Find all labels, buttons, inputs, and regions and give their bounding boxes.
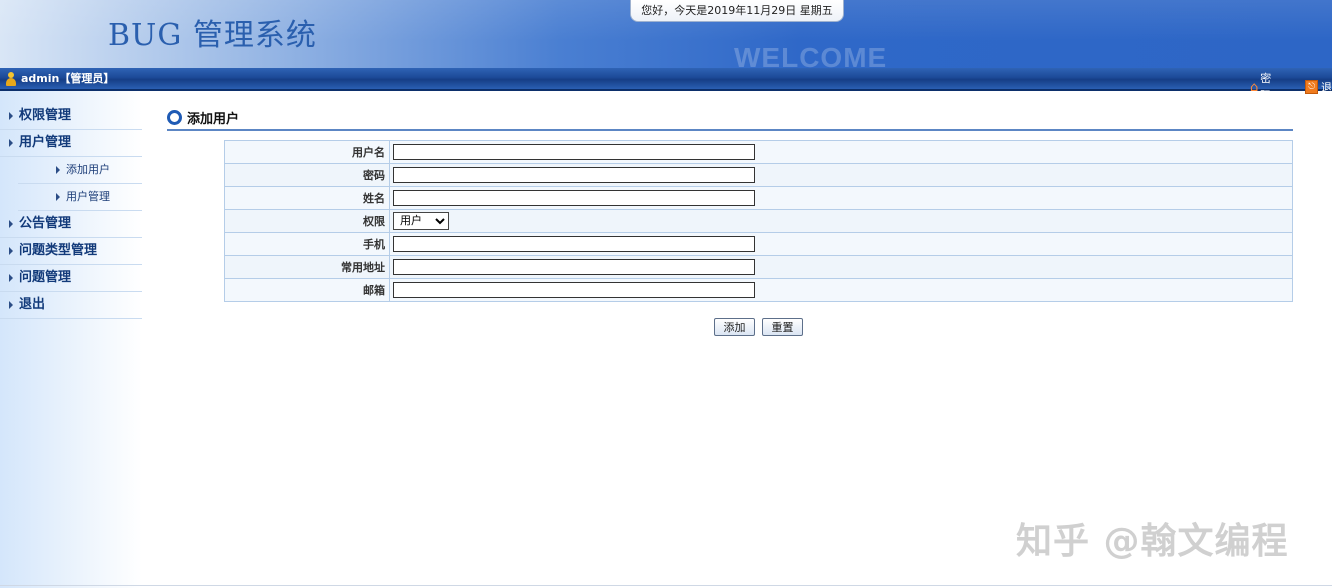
sidebar-subitem-add-user[interactable]: 添加用户	[18, 157, 142, 184]
form-row-password: 密码	[224, 163, 1293, 187]
form-row-phone: 手机	[224, 232, 1293, 256]
sidebar-item-label: 退出	[19, 297, 46, 312]
user-bar: admin【管理员】 ⌂ 密码 ⎋ 退	[0, 68, 1332, 102]
role-select[interactable]: 用户	[393, 212, 449, 230]
sidebar-item-label: 公告管理	[19, 216, 72, 231]
user-actions: ⌂ 密码 ⎋ 退	[1250, 70, 1332, 104]
sidebar-subitem-label: 添加用户	[66, 163, 110, 176]
circle-bullet-icon	[167, 109, 182, 125]
form-row-email: 邮箱	[224, 278, 1293, 302]
form-row-name: 姓名	[224, 186, 1293, 210]
triangle-right-icon	[9, 139, 13, 147]
sidebar-item-label: 问题类型管理	[19, 243, 98, 258]
password-label: 密码	[224, 163, 390, 187]
bottom-divider	[0, 585, 1332, 586]
sidebar: 权限管理 用户管理 添加用户 用户管理 公告管理 问题类型管理 问题管理 退出	[0, 91, 142, 588]
triangle-right-icon	[9, 220, 13, 228]
home-icon[interactable]: ⌂	[1250, 79, 1258, 96]
date-greeting: 您好，今天是2019年11月29日 星期五	[630, 0, 844, 22]
exit-icon[interactable]: ⎋	[1305, 80, 1318, 94]
form-row-address: 常用地址	[224, 255, 1293, 279]
username-label: 用户名	[224, 140, 390, 164]
page-title: 添加用户	[187, 111, 240, 127]
address-label: 常用地址	[224, 255, 390, 279]
welcome-text: WELCOME	[734, 42, 888, 68]
sidebar-item-announcements[interactable]: 公告管理	[0, 211, 142, 238]
password-field[interactable]	[393, 167, 755, 183]
password-link[interactable]: 密码	[1260, 70, 1281, 104]
sidebar-item-issues[interactable]: 问题管理	[0, 265, 142, 292]
email-field[interactable]	[393, 282, 755, 298]
add-button[interactable]: 添加	[714, 318, 755, 336]
sidebar-item-issue-types[interactable]: 问题类型管理	[0, 238, 142, 265]
sidebar-subitem-user-list[interactable]: 用户管理	[18, 184, 142, 211]
triangle-right-icon	[9, 274, 13, 282]
address-field[interactable]	[393, 259, 755, 275]
sidebar-item-label: 用户管理	[19, 135, 72, 150]
email-label: 邮箱	[224, 278, 390, 302]
page-heading: 添加用户	[167, 105, 1293, 131]
triangle-right-icon	[9, 247, 13, 255]
triangle-right-icon	[9, 112, 13, 120]
name-label: 姓名	[224, 186, 390, 210]
form-row-role: 权限 用户	[224, 209, 1293, 233]
current-user: admin【管理员】	[6, 70, 114, 87]
triangle-right-icon	[56, 193, 60, 201]
sidebar-item-logout[interactable]: 退出	[0, 292, 142, 319]
sidebar-item-permissions[interactable]: 权限管理	[0, 103, 142, 130]
sidebar-subitem-label: 用户管理	[66, 190, 110, 203]
sidebar-item-user-management[interactable]: 用户管理	[0, 130, 142, 157]
current-user-text: admin【管理员】	[21, 72, 115, 85]
form-buttons: 添加 重置	[714, 318, 803, 336]
sidebar-item-label: 权限管理	[19, 108, 72, 123]
phone-label: 手机	[224, 232, 390, 256]
sidebar-item-label: 问题管理	[19, 270, 72, 285]
form-row-username: 用户名	[224, 140, 1293, 164]
triangle-right-icon	[9, 301, 13, 309]
exit-link[interactable]: 退	[1321, 79, 1332, 96]
reset-button[interactable]: 重置	[762, 318, 803, 336]
watermark: 知乎 @翰文编程	[1016, 521, 1289, 562]
name-field[interactable]	[393, 190, 755, 206]
username-field[interactable]	[393, 144, 755, 160]
person-icon	[6, 71, 16, 86]
sidebar-menu: 权限管理 用户管理 添加用户 用户管理 公告管理 问题类型管理 问题管理 退出	[0, 103, 142, 319]
add-user-form: 用户名 密码 姓名 权限 用户 手机 常用地址 邮箱	[224, 140, 1293, 302]
role-label: 权限	[224, 209, 390, 233]
system-title: BUG 管理系统	[108, 18, 317, 53]
triangle-right-icon	[56, 166, 60, 174]
phone-field[interactable]	[393, 236, 755, 252]
